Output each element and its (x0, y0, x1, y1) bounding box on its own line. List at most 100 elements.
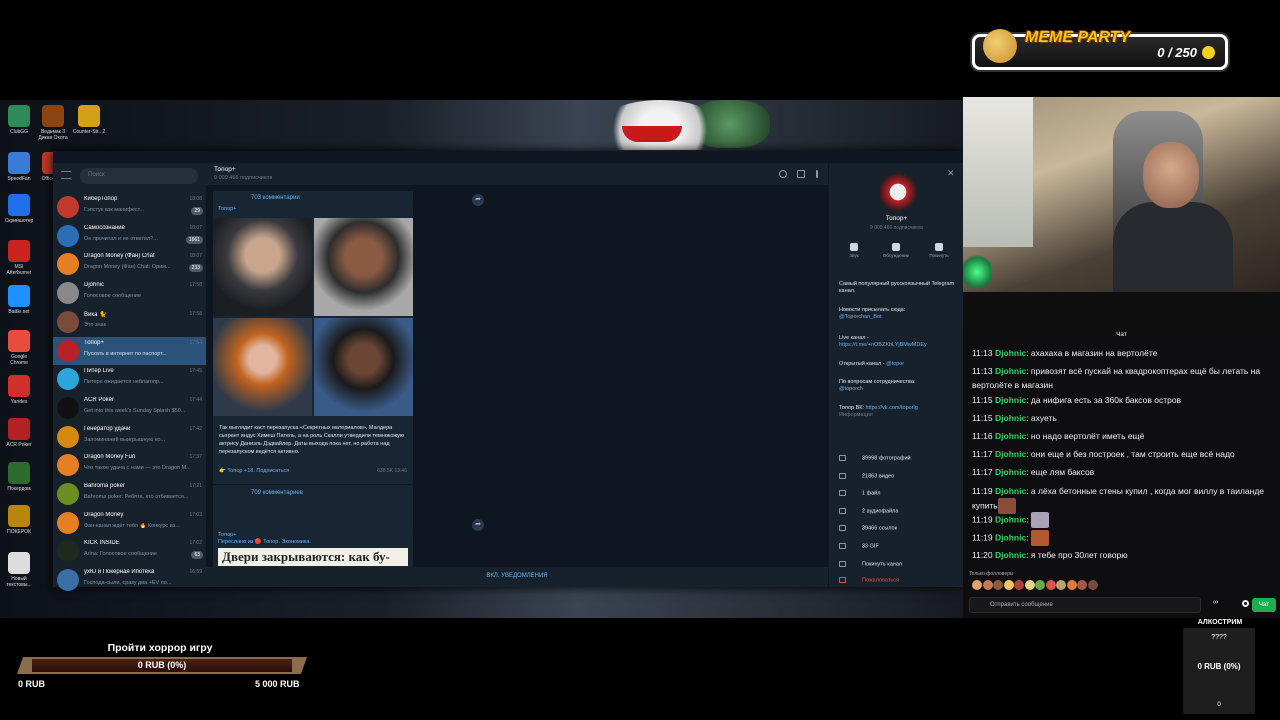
chat-preview: Что такое удача с нами — это Dragon M... (84, 465, 191, 472)
media-stat-row[interactable]: 21863 видео (839, 472, 959, 479)
desktop-icon[interactable]: MSI Afterburner (2, 240, 36, 276)
comments-link[interactable]: 709 комментариев (213, 484, 413, 502)
message-user[interactable]: Djohnic (995, 532, 1026, 542)
desktop-icon[interactable]: Ведьмак 3 Дикая Охота (36, 105, 70, 141)
coop-link[interactable]: @toporch (839, 386, 959, 393)
emote-icon[interactable] (982, 580, 993, 590)
media-stat-row[interactable]: 2 аудиофайла (839, 507, 959, 514)
chat-avatar (57, 425, 79, 448)
more-icon[interactable] (816, 170, 818, 178)
message-user[interactable]: Djohnic (995, 395, 1026, 405)
desktop-icon-label: Скриншотер (4, 218, 34, 224)
emote-icon[interactable] (993, 580, 1003, 590)
discussion-button[interactable]: Обсуждение (881, 243, 911, 258)
chat-item[interactable]: Djohnic 17:58 Голосовое сообщение (53, 279, 206, 307)
emote-icon[interactable] (1077, 580, 1087, 590)
forward-icon[interactable]: ➦ (472, 519, 484, 531)
media-stat-row[interactable]: 39466 ссылок (839, 525, 959, 531)
post2-headline[interactable]: Двери закрываются: как бу- (218, 548, 408, 566)
leave-channel-row[interactable]: Покинуть канал (839, 561, 959, 567)
chat-message: 11:15 Djohnic: да нифига есть за 360к ба… (972, 395, 1182, 405)
chat-avatar (57, 483, 79, 505)
message-user[interactable]: Djohnic (995, 449, 1026, 459)
message-user[interactable]: Djohnic (995, 348, 1026, 358)
chat-preview: Господа-сыли, сразу два +EV по... (84, 580, 172, 587)
chat-item[interactable]: Питер Live 17:45 Питере ожидается неблагоп… (53, 365, 206, 393)
chat-time: 18:07 (189, 253, 202, 260)
close-icon[interactable]: ✕ (947, 168, 955, 179)
chat-item[interactable]: Dragon Money Fun 17:37 Что такое удача с н… (53, 451, 206, 479)
subscribe-link[interactable]: 👉 Топор +18. Подписаться (219, 468, 289, 474)
message-user[interactable]: Djohnic (995, 467, 1026, 477)
desktop-icon[interactable]: Battle.net (2, 285, 36, 315)
message-user[interactable]: Djohnic (995, 550, 1026, 560)
emote-icon[interactable] (1056, 580, 1066, 590)
leave-button[interactable]: Покинуть (924, 243, 954, 258)
emote-icon[interactable] (972, 580, 982, 590)
media-stat-row[interactable]: 1 файл (839, 490, 959, 496)
chat-item[interactable]: Топор+ 17:54 Пускать в интернет по паспорт… (53, 336, 206, 365)
live-link[interactable]: https://t.me/+nOBZXbLYjBMwMDEy (839, 342, 959, 349)
chat-item[interactable]: Вика 🐈 17:58 Это знак (53, 308, 206, 336)
forward-icon[interactable]: ➦ (472, 194, 484, 206)
gear-icon[interactable] (1242, 600, 1249, 607)
news-link[interactable]: @Toporchan_Bot (839, 314, 959, 321)
report-row[interactable]: Пожаловаться (839, 577, 959, 583)
chat-send-button[interactable]: Чат (1252, 598, 1276, 612)
chat-item[interactable]: KICK INSIDE 17:02 Arina: Голосовое сообщен… (53, 537, 206, 565)
emote-icon[interactable] (1014, 580, 1024, 590)
desktop-icon[interactable]: ACR Poker (2, 418, 36, 448)
vk-link[interactable]: https://vk.com/toporlg (866, 405, 918, 411)
desktop-icon[interactable]: SpeedFan (2, 152, 36, 182)
message-user[interactable]: Djohnic (995, 366, 1026, 376)
message-user[interactable]: Djohnic (995, 413, 1026, 423)
chat-item[interactable]: Bahroma poker 17:21 Bahroma poker: Ребята,… (53, 480, 206, 508)
chat-time: 17:44 (189, 396, 202, 403)
desktop-icon[interactable]: Скриншотер (2, 194, 36, 224)
desktop-icon[interactable]: ClubGG (2, 105, 36, 135)
media-stat-row[interactable]: 33 GIF (839, 542, 959, 549)
emote-icon[interactable] (1035, 580, 1045, 590)
chat-item[interactable]: Генератор удачи 17:42 Запоминаний выигрышн… (53, 423, 206, 451)
menu-icon[interactable] (61, 171, 71, 179)
notify-button[interactable]: ВКЛ. УВЕДОМЛЕНИЯ (206, 567, 828, 587)
message-user[interactable]: Djohnic (995, 514, 1026, 524)
chat-item[interactable]: Самосознание 18:07 Он прочитал и не ответи… (53, 222, 206, 250)
channel-title[interactable]: Топор+ (214, 166, 236, 173)
post2-forward[interactable]: Переслано из 🔴 Топор. Экономика. (218, 539, 311, 545)
desktop-icon-label: Yandex (10, 399, 28, 405)
search-icon[interactable] (779, 170, 787, 178)
chat-message: 11:17 Djohnic: еще лям баксов (972, 467, 1095, 477)
desktop-icon[interactable]: Yandex (2, 375, 36, 405)
desktop-icon[interactable]: Counter-Str.. 2 (72, 105, 106, 135)
chat-name: ухЮ и Покерная Ипотека (84, 569, 155, 576)
media-stat-label: 2 аудиофайла (862, 507, 899, 514)
message-user[interactable]: Djohnic (995, 431, 1026, 441)
search-input[interactable]: Поиск (80, 168, 198, 184)
desktop-icon[interactable]: Новый текстовы... (2, 552, 36, 588)
emote-icon[interactable] (1045, 580, 1056, 590)
chat-name: Djohnic (84, 282, 105, 289)
alkostream-widget: ???? 0 RUB (0%) 0 (1183, 628, 1255, 714)
emote-icon[interactable] (1087, 580, 1098, 590)
chat-item[interactable]: ухЮ и Покерная Ипотека 16:59 Господа-сыли,… (53, 566, 206, 594)
desktop-icon[interactable]: Покердом (2, 462, 36, 492)
chat-message-input[interactable]: Отправить сообщение (969, 597, 1201, 613)
emote-icon[interactable] (1003, 580, 1014, 590)
chat-item[interactable]: ACR Poker 17:44 Get into this week's Sunda… (53, 394, 206, 422)
message-user[interactable]: Djohnic (995, 486, 1026, 496)
channel-points[interactable]: ∞ (1213, 599, 1218, 606)
conversation: Топор+ 9 009 466 подписчиков 703 коммент… (206, 163, 866, 587)
desktop-icon[interactable]: Google Chrome (2, 330, 36, 366)
sound-button[interactable]: Звук (839, 243, 869, 258)
emote-icon[interactable] (1066, 580, 1077, 590)
sidebar-toggle-icon[interactable] (797, 170, 805, 178)
open-link[interactable]: @topor (886, 361, 904, 367)
chat-item[interactable]: Dragon Money 17:03 Фан-канал ждёт тебя 🔥 К… (53, 509, 206, 537)
emote-icon[interactable] (1024, 580, 1035, 590)
desktop-icon[interactable]: ПОКЕРОК (2, 505, 36, 535)
photo-collage[interactable] (213, 218, 413, 416)
chat-item[interactable]: Dragon Money (Фан) Chat 18:07 Dragon Money… (53, 250, 206, 278)
chat-item[interactable]: КиберТопор 18:08 Гэпстук как манифест... 29 (53, 193, 206, 221)
media-stat-row[interactable]: 39998 фотографий (839, 455, 959, 461)
